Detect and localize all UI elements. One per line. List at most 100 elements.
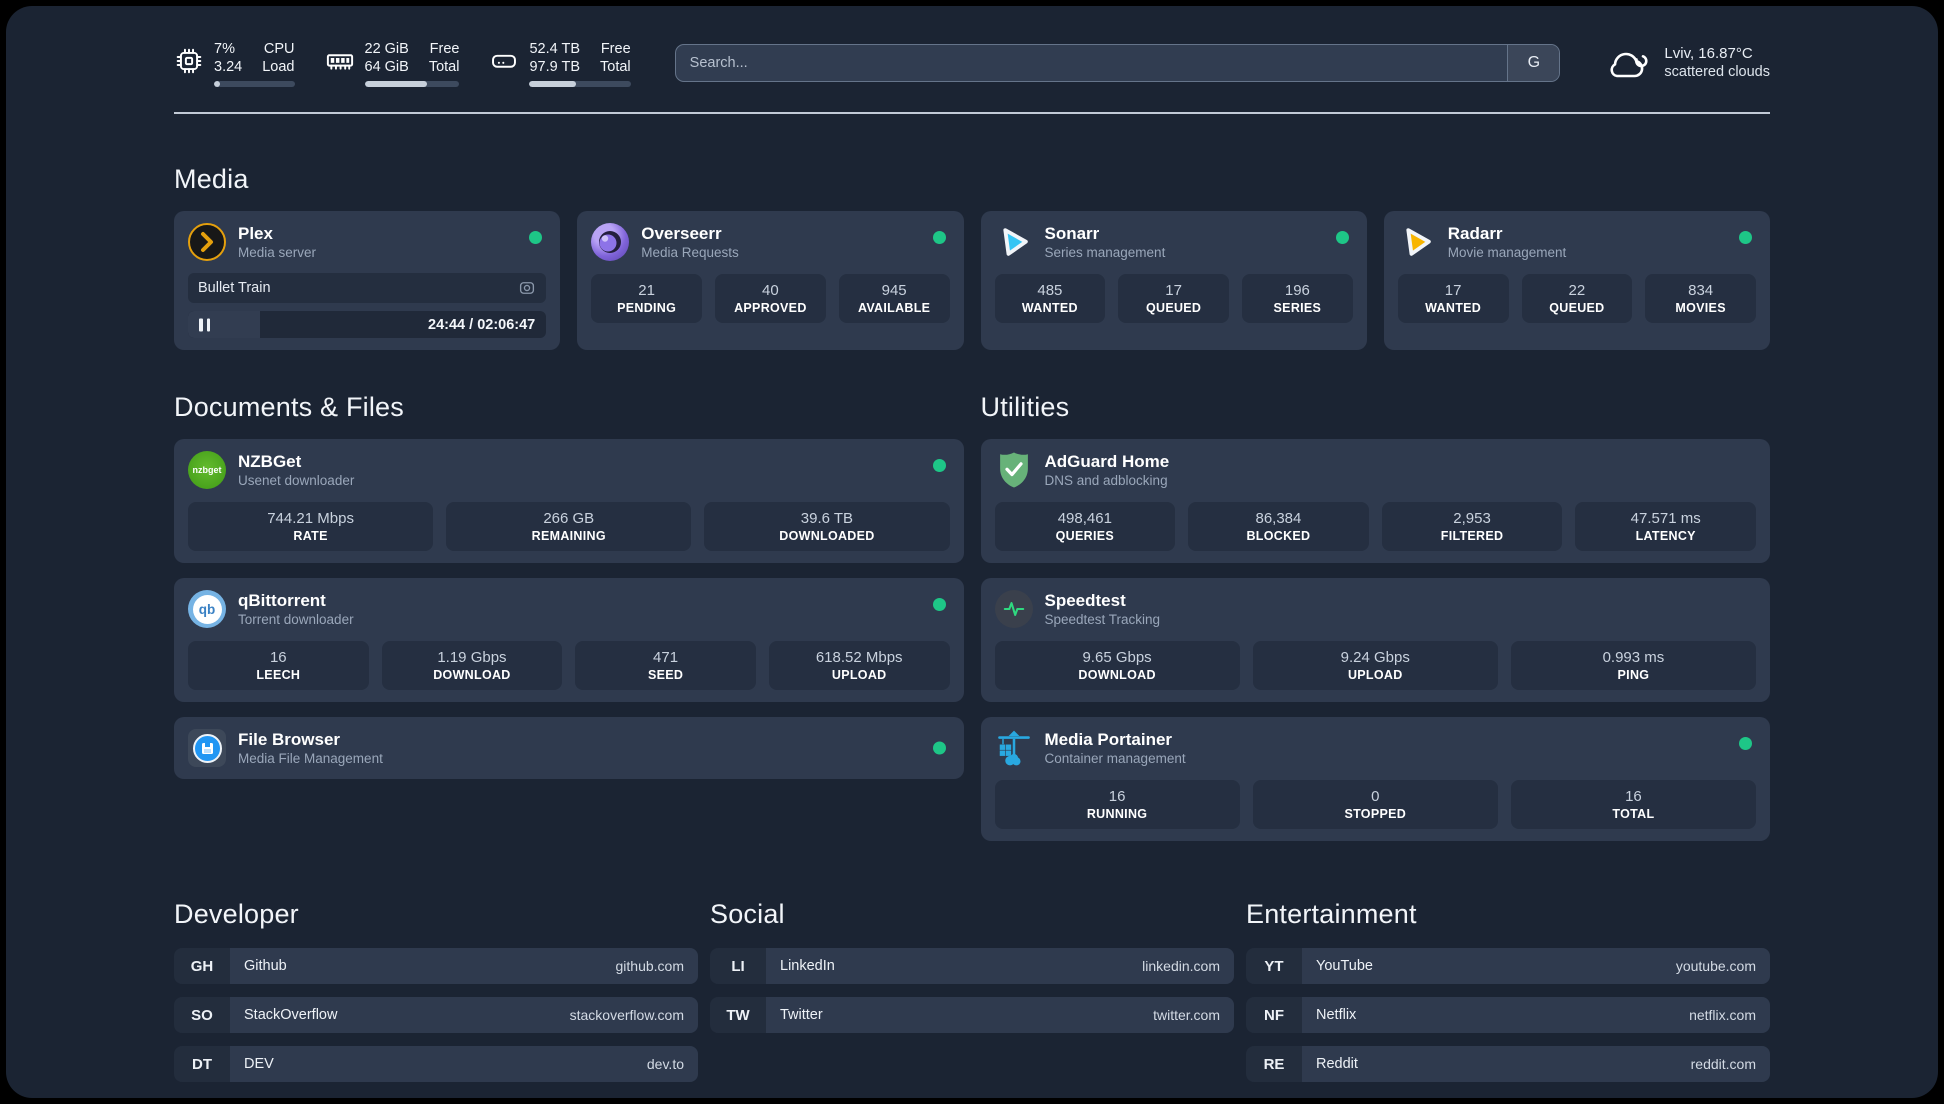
app-card-filebrowser[interactable]: File Browser Media File Management xyxy=(174,717,964,779)
app-subtitle: Torrent downloader xyxy=(238,612,354,627)
video-icon xyxy=(520,282,535,294)
weather-location: Lviv, 16.87°C xyxy=(1664,45,1753,62)
link-tag: NF xyxy=(1246,997,1302,1033)
stat-box-rate: 744.21 Mbps RATE xyxy=(188,502,434,551)
weather-widget[interactable]: Lviv, 16.87°C scattered clouds xyxy=(1604,44,1770,82)
app-card-speedtest[interactable]: Speedtest Speedtest Tracking 9.65 Gbps D… xyxy=(980,578,1770,702)
link-url: youtube.com xyxy=(1675,958,1756,974)
stat-box-remaining: 266 GB REMAINING xyxy=(446,502,692,551)
utilities-column: Utilities AdGuard Home DNS and adblockin… xyxy=(980,392,1770,841)
app-title: Plex xyxy=(238,224,273,243)
link-tag: RE xyxy=(1246,1046,1302,1082)
app-subtitle: Series management xyxy=(1044,245,1166,260)
stat-box-latency: 47.571 ms LATENCY xyxy=(1575,502,1756,551)
stat-box-queries: 498,461 QUERIES xyxy=(994,502,1176,551)
link-name: Reddit xyxy=(1316,1056,1358,1072)
link-tag: YT xyxy=(1246,948,1302,984)
radarr-icon xyxy=(1398,223,1436,261)
stat-box-wanted: 485 WANTED xyxy=(994,274,1106,323)
link-row-reddit[interactable]: RE Reddit reddit.com xyxy=(1246,1046,1770,1082)
app-card-adguard[interactable]: AdGuard Home DNS and adblocking 498,461 … xyxy=(980,439,1770,563)
sonarr-icon xyxy=(995,223,1033,261)
playback-time: 24:44 / 02:06:47 xyxy=(428,316,536,333)
link-row-youtube[interactable]: YT YouTube youtube.com xyxy=(1246,948,1770,984)
overseerr-icon xyxy=(591,223,630,261)
documents-column: Documents & Files nzbget NZBGet Usenet d… xyxy=(174,392,964,841)
nzbget-icon: nzbget xyxy=(188,451,226,489)
link-url: stackoverflow.com xyxy=(569,1007,684,1023)
developer-links: Developer GH Github github.com SO StackO… xyxy=(174,899,698,1095)
link-name: Twitter xyxy=(780,1007,823,1023)
app-card-portainer[interactable]: Media Portainer Container management 16 … xyxy=(980,717,1770,841)
search-input[interactable] xyxy=(674,44,1561,82)
cpu-progress-track xyxy=(214,80,295,87)
entertainment-links: Entertainment YT YouTube youtube.com NF … xyxy=(1246,899,1770,1095)
stat-box-stopped: 0 STOPPED xyxy=(1252,780,1498,829)
link-row-linkedin[interactable]: LI LinkedIn linkedin.com xyxy=(710,948,1234,984)
link-name: Netflix xyxy=(1316,1007,1357,1023)
app-subtitle: Media server xyxy=(238,245,317,260)
pause-icon[interactable] xyxy=(199,318,210,331)
link-row-stackoverflow[interactable]: SO StackOverflow stackoverflow.com xyxy=(174,997,698,1033)
plex-icon xyxy=(188,223,226,261)
stat-box-filtered: 2,953 FILTERED xyxy=(1381,502,1563,551)
link-url: linkedin.com xyxy=(1142,958,1220,974)
disk-total-label: Total xyxy=(600,58,631,75)
stat-box-leech: 16 LEECH xyxy=(188,641,369,690)
link-url: github.com xyxy=(615,958,684,974)
app-card-qbittorrent[interactable]: qb qBittorrent Torrent downloader 16 LEE… xyxy=(174,578,964,702)
link-url: netflix.com xyxy=(1689,1007,1756,1023)
ram-free-value: 22 GiB xyxy=(364,40,409,57)
link-row-twitter[interactable]: TW Twitter twitter.com xyxy=(710,997,1234,1033)
stat-box-downloaded: 39.6 TB DOWNLOADED xyxy=(704,502,950,551)
link-url: reddit.com xyxy=(1690,1056,1756,1072)
hardware-stats: 7% 3.24 CPU Load 22 GiB 64 GiB Free Tota… xyxy=(174,40,631,87)
app-title: File Browser xyxy=(238,730,341,749)
section-title-developer: Developer xyxy=(174,899,299,929)
stat-box-total: 16 TOTAL xyxy=(1510,780,1757,829)
link-row-github[interactable]: GH Github github.com xyxy=(174,948,698,984)
search-engine-button[interactable]: G xyxy=(1507,45,1560,81)
stat-box-upload: 9.24 Gbps UPLOAD xyxy=(1252,641,1498,690)
app-card-radarr[interactable]: Radarr Movie management 17 WANTED 22 QUE… xyxy=(1383,211,1770,350)
link-tag: SO xyxy=(174,997,230,1033)
section-title-media: Media xyxy=(174,164,249,194)
top-bar: 7% 3.24 CPU Load 22 GiB 64 GiB Free Tota… xyxy=(174,34,1770,92)
link-row-dev[interactable]: DT DEV dev.to xyxy=(174,1046,698,1082)
app-card-sonarr[interactable]: Sonarr Series management 485 WANTED 17 Q… xyxy=(980,211,1367,350)
ram-progress-track xyxy=(364,80,460,87)
disk-free-label: Free xyxy=(600,40,631,57)
stat-box-wanted: 17 WANTED xyxy=(1397,274,1509,323)
app-card-plex[interactable]: Plex Media server Bullet Train 24:44 / 0… xyxy=(174,211,561,350)
qbittorrent-icon: qb xyxy=(188,590,226,628)
link-name: DEV xyxy=(244,1056,274,1072)
app-subtitle: Movie management xyxy=(1447,245,1567,260)
stat-box-running: 16 RUNNING xyxy=(994,780,1240,829)
stat-box-queued: 22 QUEUED xyxy=(1521,274,1633,323)
cpu-icon xyxy=(176,48,202,73)
link-row-netflix[interactable]: NF Netflix netflix.com xyxy=(1246,997,1770,1033)
status-dot xyxy=(1335,231,1349,244)
dashboard-window: 7% 3.24 CPU Load 22 GiB 64 GiB Free Tota… xyxy=(6,6,1938,1098)
weather-condition: scattered clouds xyxy=(1664,64,1770,80)
app-title: NZBGet xyxy=(238,452,302,471)
speedtest-icon xyxy=(994,590,1033,628)
app-title: Overseerr xyxy=(641,224,722,243)
app-subtitle: Media Requests xyxy=(641,245,739,260)
link-tag: DT xyxy=(174,1046,230,1082)
app-title: AdGuard Home xyxy=(1044,452,1170,471)
link-name: LinkedIn xyxy=(780,958,835,974)
media-grid: Plex Media server Bullet Train 24:44 / 0… xyxy=(174,211,1770,350)
app-subtitle: Media File Management xyxy=(238,751,383,766)
link-tag: GH xyxy=(174,948,230,984)
app-title: qBittorrent xyxy=(238,591,326,610)
playback-progress-bar[interactable]: 24:44 / 02:06:47 xyxy=(188,311,547,338)
app-card-overseerr[interactable]: Overseerr Media Requests 21 PENDING 40 A… xyxy=(577,211,964,350)
app-card-nzbget[interactable]: nzbget NZBGet Usenet downloader 744.21 M… xyxy=(174,439,964,563)
ram-total-label: Total xyxy=(428,58,460,75)
social-links: Social LI LinkedIn linkedin.com TW Twitt… xyxy=(710,899,1234,1095)
app-subtitle: Container management xyxy=(1044,751,1186,766)
disk-progress-track xyxy=(529,80,631,87)
stat-box-available: 945 AVAILABLE xyxy=(838,274,950,323)
stat-box-download: 9.65 Gbps DOWNLOAD xyxy=(994,641,1240,690)
